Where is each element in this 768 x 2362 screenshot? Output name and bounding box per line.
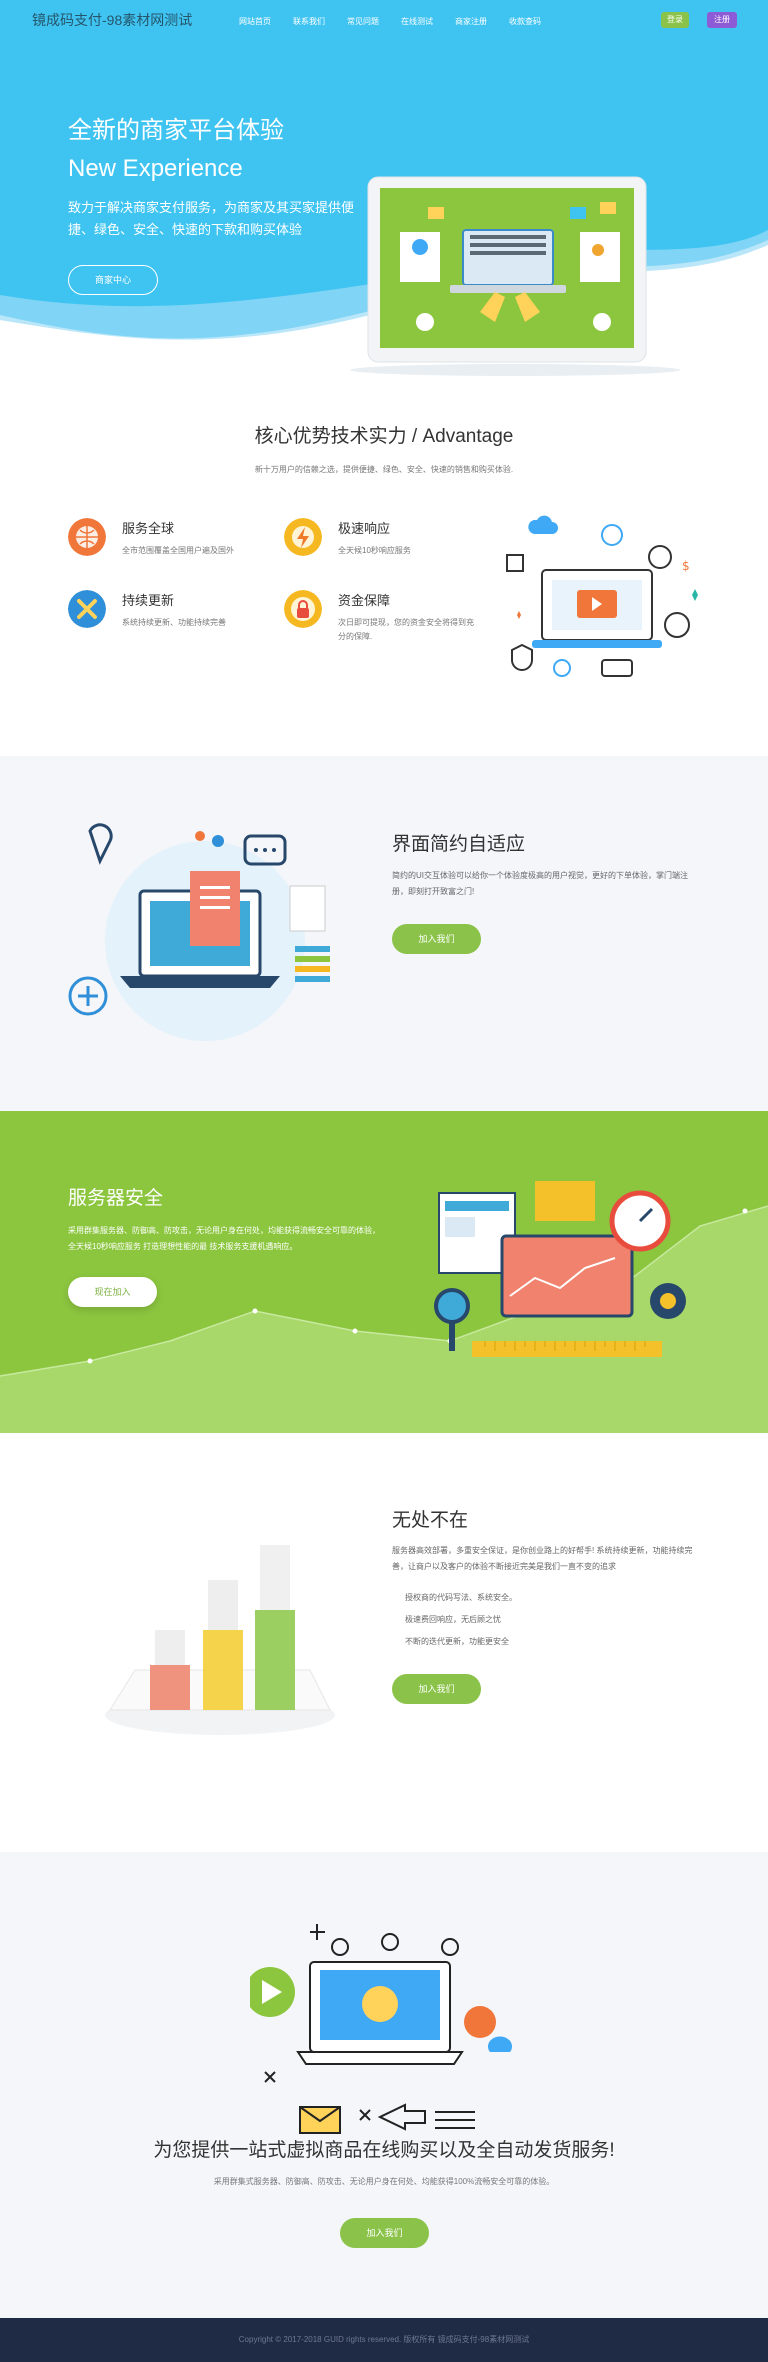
- hero-description: 致力于解决商家支付服务，为商家及其买家提供便捷、绿色、安全、快速的下款和购买体验: [68, 200, 355, 237]
- section-description: 简约的UI交互体验可以给你一个体验度极高的用户视觉，更好的下单体验，掌门端注册，…: [392, 871, 688, 896]
- brand-logo[interactable]: 镜成码支付-98素材网测试: [32, 10, 192, 30]
- one-stop-section: 为您提供一站式虚拟商品在线购买以及全自动发货服务! 采用群集式服务器、防御高、防…: [0, 1852, 768, 2318]
- feature-description: 全市范围覆盖全国用户遍及国外: [122, 546, 234, 555]
- bar-blocks-illustration: [105, 1545, 335, 1735]
- section-description: 采用群集服务器、防御高、防攻击，无论用户身在何处，均能获得流畅安全可靠的体验，全…: [68, 1226, 380, 1251]
- list-item: 授权商的代码写法、系统安全。: [405, 1593, 517, 1602]
- login-button[interactable]: 登录: [661, 12, 689, 28]
- join-us-button[interactable]: 加入我们: [392, 1674, 481, 1704]
- feature-title: 资金保障: [338, 593, 391, 608]
- register-button[interactable]: 注册: [707, 12, 737, 28]
- section-title: 为您提供一站式虚拟商品在线购买以及全自动发货服务!: [153, 2140, 615, 2161]
- section-title: 服务器安全: [68, 1188, 164, 1209]
- laptop-illustration: [350, 176, 680, 376]
- nav-item-faq[interactable]: 常见问题: [336, 16, 390, 27]
- tools-icon: [68, 590, 106, 628]
- globe-icon: [68, 518, 106, 556]
- lightning-icon: [284, 518, 322, 556]
- feature-title: 持续更新: [122, 593, 175, 608]
- hero-section: 镜成码支付-98素材网测试 网站首页 联系我们 常见问题 在线测试 商家注册 收…: [0, 0, 768, 380]
- page: 镜成码支付-98素材网测试 网站首页 联系我们 常见问题 在线测试 商家注册 收…: [0, 0, 768, 2362]
- top-nav: 网站首页 联系我们 常见问题 在线测试 商家注册 收款查码: [228, 16, 552, 27]
- feature-description: 全天候10秒响应服务: [338, 546, 411, 555]
- ui-adaptive-section: 界面简约自适应 简约的UI交互体验可以给你一个体验度极高的用户视觉，更好的下单体…: [0, 756, 768, 1111]
- join-now-button[interactable]: 现在加入: [68, 1277, 157, 1307]
- list-item: 不断的迭代更新，功能更安全: [405, 1637, 509, 1646]
- hero-title: 全新的商家平台体验: [68, 117, 284, 144]
- hero-subtitle: New Experience: [68, 155, 243, 182]
- server-security-section: 服务器安全 采用群集服务器、防御高、防攻击，无论用户身在何处，均能获得流畅安全可…: [0, 1111, 768, 1433]
- nav-item-query[interactable]: 收款查码: [498, 16, 552, 27]
- footer-copyright: Copyright © 2017-2018 GUID rights reserv…: [0, 2318, 768, 2362]
- online-shopping-illustration: [250, 1924, 512, 2134]
- feature-global: 服务全球 全市范围覆盖全国用户遍及国外: [68, 518, 268, 578]
- list-item: 极速费回响应，无后顾之忧: [405, 1615, 501, 1624]
- lock-icon: [284, 590, 322, 628]
- section-title: 界面简约自适应: [392, 834, 526, 855]
- feature-updates: 持续更新 系统持续更新、功能持续完善: [68, 590, 268, 650]
- feature-description: 次日即可提现，您的资金安全将得到充分的保障.: [338, 618, 474, 641]
- nav-item-home[interactable]: 网站首页: [228, 16, 282, 27]
- section-description: 服务器高效部署，多重安全保证，是你创业路上的好帮手! 系统持续更新，功能持续完善…: [392, 1546, 693, 1571]
- merchant-center-button[interactable]: 商家中心: [68, 265, 158, 295]
- feature-fast-response: 极速响应 全天候10秒响应服务: [284, 518, 484, 578]
- nav-item-contact[interactable]: 联系我们: [282, 16, 336, 27]
- join-us-button[interactable]: 加入我们: [340, 2218, 429, 2248]
- responsive-ui-illustration: [68, 823, 330, 1041]
- feature-title: 极速响应: [338, 521, 391, 536]
- computer-icons-illustration: $: [506, 515, 698, 677]
- section-description: 采用群集式服务器、防御高、防攻击、无论用户身在何处、均能获得100%流畅安全可靠…: [213, 2177, 555, 2186]
- analytics-illustration: [434, 1181, 686, 1357]
- feature-title: 服务全球: [122, 521, 175, 536]
- join-us-button[interactable]: 加入我们: [392, 924, 481, 954]
- svg-text:$: $: [682, 559, 690, 573]
- feature-fund-security: 资金保障 次日即可提现，您的资金安全将得到充分的保障.: [284, 590, 484, 650]
- advantage-description: 新十万用户的信赖之选，提供便捷、绿色、安全、快速的销售和购买体验.: [254, 465, 514, 474]
- feature-list: 授权商的代码写法、系统安全。 极速费回响应，无后顾之忧 不断的迭代更新，功能更安…: [405, 1587, 517, 1653]
- section-title: 无处不在: [392, 1510, 469, 1531]
- nav-item-merchant-register[interactable]: 商家注册: [444, 16, 498, 27]
- nav-item-test[interactable]: 在线测试: [390, 16, 444, 27]
- feature-description: 系统持续更新、功能持续完善: [122, 618, 226, 627]
- advantage-title: 核心优势技术实力 / Advantage: [254, 426, 514, 447]
